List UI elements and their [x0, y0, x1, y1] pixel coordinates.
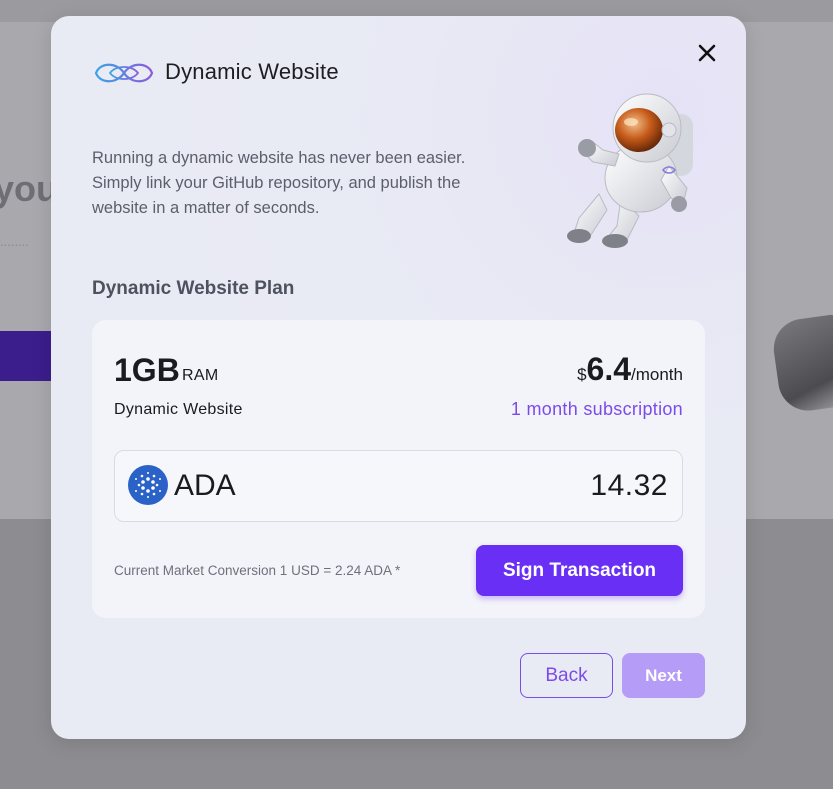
ram-unit: RAM — [182, 367, 219, 384]
plan-name: Dynamic Website — [114, 401, 243, 418]
ada-amount-field: ADA 14.32 — [114, 450, 683, 522]
plan-card: 1GB RAM Dynamic Website $6.4/month 1 mon… — [92, 320, 705, 618]
price-value: 6.4 — [586, 351, 632, 387]
background-subtext: ........ — [0, 234, 29, 249]
infinity-logo-icon — [92, 56, 156, 90]
token-label: ADA — [174, 469, 236, 502]
astronaut-illustration — [559, 86, 709, 251]
price-currency: $ — [577, 365, 587, 384]
ram-size: 1GB — [114, 352, 180, 388]
token-amount: 14.32 — [590, 469, 668, 502]
plan-price: $6.4/month — [577, 351, 683, 388]
subscription-duration: 1 month subscription — [510, 399, 683, 419]
background-heading: you — [0, 168, 59, 209]
close-icon — [698, 44, 716, 62]
price-period: /month — [631, 365, 683, 384]
plan-section-title: Dynamic Website Plan — [92, 278, 295, 299]
sign-transaction-button[interactable]: Sign Transaction — [476, 545, 683, 596]
close-button[interactable] — [694, 40, 720, 66]
back-button[interactable]: Back — [520, 653, 613, 698]
next-button[interactable]: Next — [622, 653, 705, 698]
dynamic-website-modal: Dynamic Website Running a dynamic websit… — [51, 16, 746, 739]
conversion-rate: Current Market Conversion 1 USD = 2.24 A… — [114, 563, 401, 578]
cardano-icon — [128, 465, 168, 505]
modal-title: Dynamic Website — [165, 59, 339, 84]
modal-description: Running a dynamic website has never been… — [92, 149, 466, 217]
